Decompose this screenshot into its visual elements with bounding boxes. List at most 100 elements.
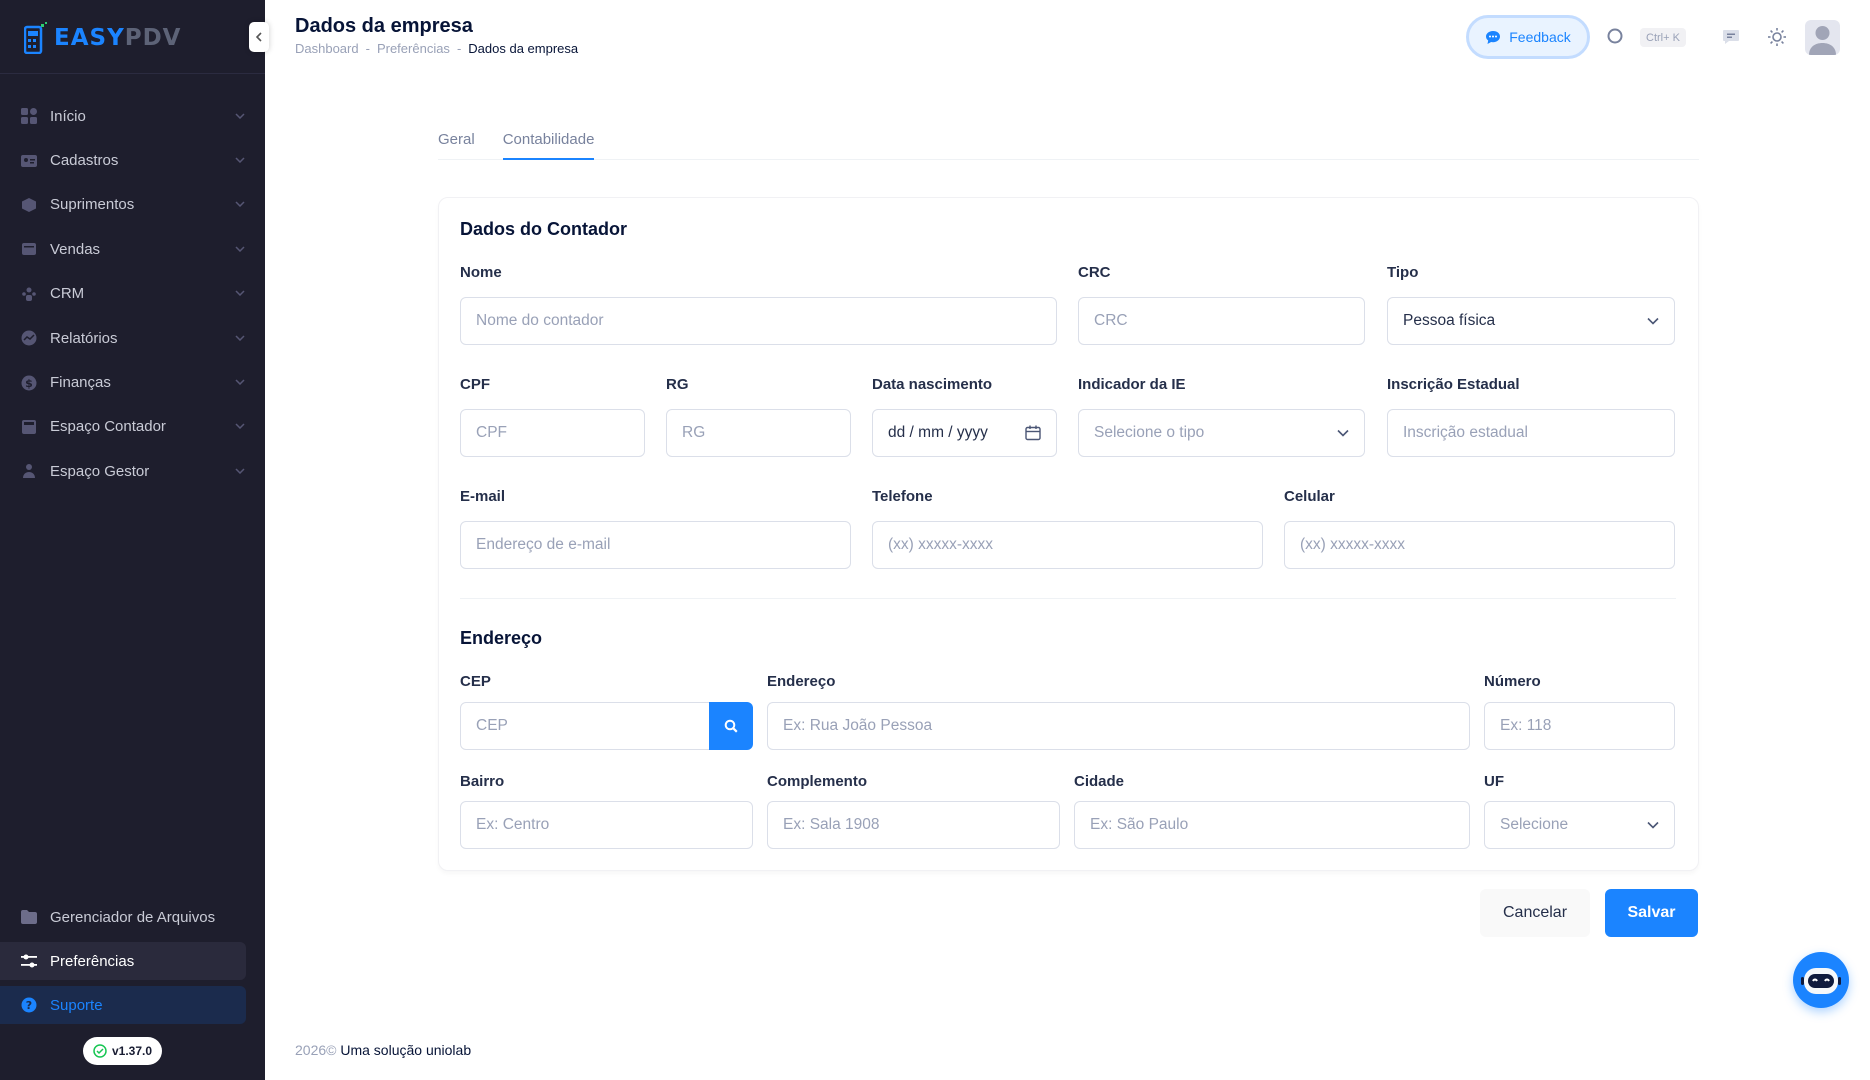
sidebar-item-inicio[interactable]: Início bbox=[0, 94, 265, 138]
label-bairro: Bairro bbox=[460, 773, 505, 790]
celular-input[interactable] bbox=[1284, 521, 1675, 569]
sidebar-divider bbox=[0, 73, 265, 74]
logo-icon bbox=[24, 22, 47, 54]
sidebar-toggle-button[interactable] bbox=[249, 22, 269, 52]
cidade-input[interactable] bbox=[1074, 801, 1470, 849]
cep-search-button[interactable] bbox=[709, 702, 753, 750]
breadcrumb-item-dashboard[interactable]: Dashboard bbox=[295, 41, 359, 56]
label-cep: CEP bbox=[460, 673, 491, 690]
indicador-ie-placeholder: Selecione o tipo bbox=[1094, 424, 1205, 441]
label-indicador-ie: Indicador da IE bbox=[1078, 376, 1186, 393]
calculator-icon bbox=[20, 418, 38, 436]
label-rg: RG bbox=[666, 376, 689, 393]
sidebar-item-label: Vendas bbox=[50, 240, 101, 258]
chevron-down-icon bbox=[235, 421, 245, 432]
sidebar-item-vendas[interactable]: Vendas bbox=[0, 227, 265, 271]
theme-toggle-sun-icon[interactable] bbox=[1766, 26, 1788, 48]
sidebar-item-support[interactable]: ? Suporte bbox=[0, 986, 246, 1024]
user-avatar[interactable] bbox=[1805, 20, 1840, 55]
label-tipo: Tipo bbox=[1387, 264, 1419, 281]
rg-input[interactable] bbox=[666, 409, 851, 457]
cpf-input[interactable] bbox=[460, 409, 645, 457]
logo-text-easy: EASY bbox=[54, 25, 125, 51]
logo-text-pdv: PDV bbox=[124, 25, 182, 51]
tab-geral[interactable]: Geral bbox=[438, 118, 475, 160]
crc-input[interactable] bbox=[1078, 297, 1365, 345]
numero-input[interactable] bbox=[1484, 702, 1675, 750]
chevron-down-icon bbox=[235, 333, 245, 344]
messages-icon[interactable] bbox=[1720, 26, 1742, 48]
inscricao-estadual-input[interactable] bbox=[1387, 409, 1675, 457]
uf-select[interactable]: Selecione bbox=[1484, 801, 1675, 849]
label-inscricao-estadual: Inscrição Estadual bbox=[1387, 376, 1520, 393]
complemento-input[interactable] bbox=[767, 801, 1060, 849]
chatbot-launcher-button[interactable] bbox=[1793, 952, 1849, 1008]
chevron-down-icon bbox=[235, 155, 245, 166]
label-cpf: CPF bbox=[460, 376, 490, 393]
footer-brand-link[interactable]: Uma solução uniolab bbox=[340, 1042, 471, 1058]
cancel-button[interactable]: Cancelar bbox=[1480, 889, 1590, 937]
uf-placeholder: Selecione bbox=[1500, 816, 1569, 833]
sidebar-item-relatorios[interactable]: Relatórios bbox=[0, 316, 265, 360]
feedback-button[interactable]: Feedback bbox=[1466, 15, 1590, 59]
app-logo[interactable]: EASYPDV bbox=[24, 20, 181, 56]
version-text: v1.37.0 bbox=[112, 1044, 153, 1058]
sidebar-menu: Início Cadastros Suprimentos Vendas CRM … bbox=[0, 94, 265, 494]
email-input[interactable] bbox=[460, 521, 851, 569]
sidebar-item-suprimentos[interactable]: Suprimentos bbox=[0, 183, 265, 227]
label-data-nascimento: Data nascimento bbox=[872, 376, 993, 393]
sidebar-item-label: Relatórios bbox=[50, 329, 118, 347]
sidebar-bottom-menu: Gerenciador de Arquivos Preferências ? S… bbox=[0, 898, 265, 1030]
telefone-input[interactable] bbox=[872, 521, 1263, 569]
chart-icon bbox=[20, 329, 38, 347]
endereco-input[interactable] bbox=[767, 702, 1470, 750]
breadcrumb-separator: - bbox=[365, 41, 370, 56]
chevron-down-icon bbox=[235, 288, 245, 299]
label-nome: Nome bbox=[460, 264, 502, 281]
search-icon[interactable] bbox=[1607, 28, 1625, 46]
chevron-down-icon bbox=[235, 377, 245, 388]
sidebar-item-preferences[interactable]: Preferências bbox=[0, 942, 246, 980]
sidebar-item-label: Finanças bbox=[50, 374, 111, 392]
sidebar-item-espaco-contador[interactable]: Espaço Contador bbox=[0, 405, 265, 449]
label-email: E-mail bbox=[460, 488, 506, 505]
tipo-select[interactable]: Pessoa física bbox=[1387, 297, 1675, 345]
breadcrumb-item-preferences[interactable]: Preferências bbox=[377, 41, 450, 56]
calendar-icon bbox=[1025, 425, 1041, 441]
chevron-left-icon bbox=[256, 32, 262, 42]
indicador-ie-select[interactable]: Selecione o tipo bbox=[1078, 409, 1365, 457]
label-celular: Celular bbox=[1284, 488, 1335, 505]
address-card-icon bbox=[20, 152, 38, 170]
label-complemento: Complemento bbox=[767, 773, 868, 790]
label-crc: CRC bbox=[1078, 264, 1111, 281]
data-nascimento-input[interactable]: dd / mm / yyyy bbox=[872, 409, 1057, 457]
tab-contabilidade[interactable]: Contabilidade bbox=[502, 118, 595, 160]
save-button[interactable]: Salvar bbox=[1605, 889, 1698, 937]
robot-icon bbox=[1801, 968, 1841, 994]
nome-input[interactable] bbox=[460, 297, 1057, 345]
label-cidade: Cidade bbox=[1074, 773, 1125, 790]
sidebar-item-cadastros[interactable]: Cadastros bbox=[0, 138, 265, 182]
user-silhouette-icon bbox=[1809, 26, 1836, 55]
chevron-down-icon bbox=[235, 111, 245, 122]
bairro-input[interactable] bbox=[460, 801, 753, 849]
feedback-label: Feedback bbox=[1509, 29, 1571, 45]
sidebar-item-label: Espaço Contador bbox=[50, 418, 166, 436]
check-circle-icon bbox=[93, 1044, 107, 1058]
chevron-down-icon bbox=[1337, 429, 1349, 437]
sidebar-item-file-manager[interactable]: Gerenciador de Arquivos bbox=[0, 898, 246, 936]
label-numero: Número bbox=[1484, 673, 1541, 690]
breadcrumb-separator: - bbox=[456, 41, 462, 56]
dashboard-icon bbox=[20, 107, 38, 125]
cep-input[interactable] bbox=[460, 702, 711, 750]
sidebar-item-espaco-gestor[interactable]: Espaço Gestor bbox=[0, 449, 265, 493]
tabs: Geral Contabilidade bbox=[438, 118, 1699, 160]
label-telefone: Telefone bbox=[872, 488, 933, 505]
chevron-down-icon bbox=[1647, 821, 1659, 829]
sidebar-item-financas[interactable]: $ Finanças bbox=[0, 360, 265, 404]
sidebar-item-label: Suporte bbox=[50, 996, 103, 1014]
chevron-down-icon bbox=[235, 199, 245, 210]
footer-year: 2026© bbox=[295, 1042, 337, 1058]
sidebar-item-crm[interactable]: CRM bbox=[0, 272, 265, 316]
section-divider bbox=[460, 598, 1676, 599]
